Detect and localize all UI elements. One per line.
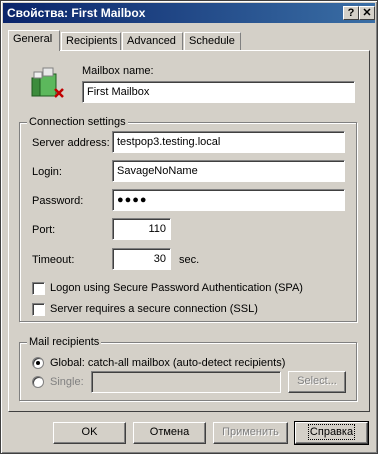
login-input[interactable]: SavageNoName (112, 160, 345, 182)
timeout-input[interactable]: 30 (112, 248, 171, 270)
help-icon[interactable]: ? (343, 6, 359, 20)
cancel-button[interactable]: Отмена (133, 422, 206, 444)
connection-settings-title: Connection settings (27, 116, 128, 129)
window-title: Свойства: First Mailbox (7, 6, 146, 20)
port-input[interactable]: 110 (112, 218, 171, 240)
ssl-label[interactable]: Server requires a secure connection (SSL… (50, 302, 258, 316)
mailbox-icon (31, 67, 64, 98)
help-button[interactable]: Справка (294, 421, 369, 445)
tab-recipients[interactable]: Recipients (61, 32, 121, 50)
ssl-checkbox[interactable] (32, 303, 45, 316)
close-icon[interactable]: ✕ (359, 6, 375, 20)
mail-recipients-title: Mail recipients (27, 336, 102, 349)
single-radio-label[interactable]: Single: (50, 375, 84, 389)
apply-button[interactable]: Применить (213, 422, 288, 444)
mailbox-name-input[interactable]: First Mailbox (82, 81, 355, 103)
title-bar[interactable]: Свойства: First Mailbox ? ✕ (3, 3, 375, 23)
ok-button[interactable]: OK (53, 422, 126, 444)
spa-checkbox[interactable] (32, 282, 45, 295)
select-button[interactable]: Select... (288, 371, 346, 393)
global-radio[interactable] (32, 357, 44, 369)
tab-advanced[interactable]: Advanced (122, 32, 183, 50)
mailbox-name-label: Mailbox name: (82, 65, 154, 77)
global-radio-label[interactable]: Global: catch-all mailbox (auto-detect r… (50, 356, 285, 370)
single-recipient-input[interactable] (91, 371, 281, 393)
timeout-unit-label: sec. (179, 254, 200, 266)
help-button-label: Справка (307, 424, 356, 440)
login-label: Login: (32, 166, 62, 178)
tab-schedule[interactable]: Schedule (184, 32, 241, 50)
password-label: Password: (32, 195, 84, 207)
single-radio[interactable] (32, 376, 44, 388)
spa-label[interactable]: Logon using Secure Password Authenticati… (50, 281, 303, 295)
password-input[interactable]: ●●●● (112, 189, 345, 211)
server-address-label: Server address: (32, 137, 110, 149)
timeout-label: Timeout: (32, 254, 75, 266)
server-address-input[interactable]: testpop3.testing.local (112, 131, 345, 153)
tab-general[interactable]: General (8, 30, 60, 51)
port-label: Port: (32, 224, 56, 236)
